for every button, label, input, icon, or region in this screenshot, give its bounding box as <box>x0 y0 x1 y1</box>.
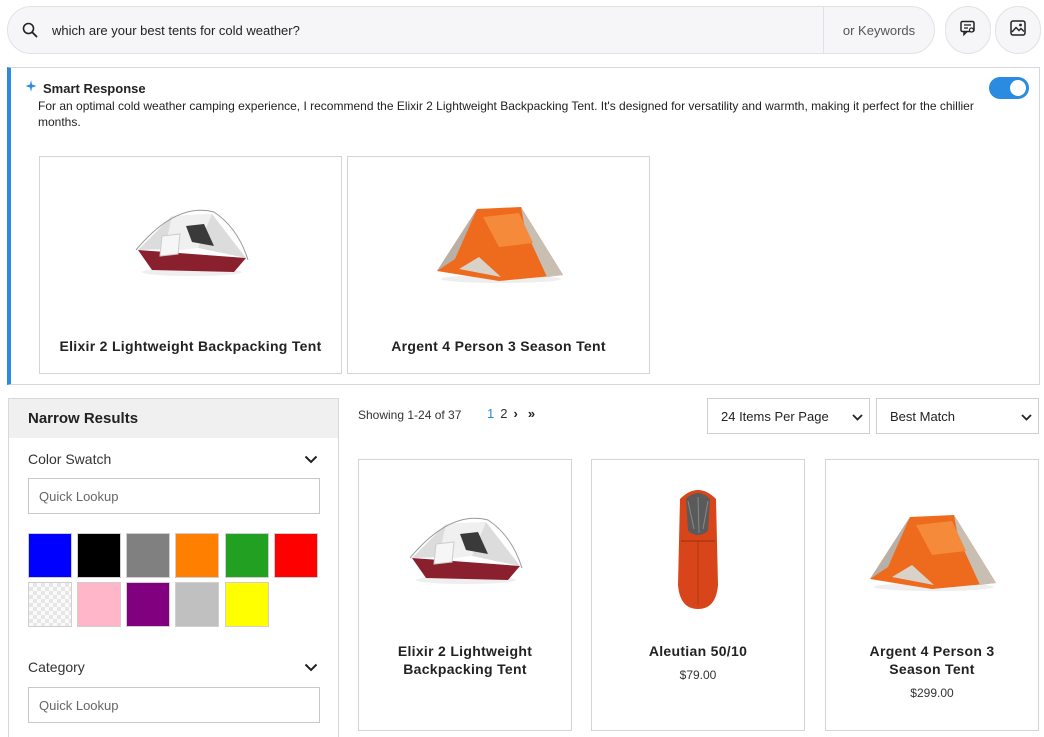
product-image-sleeping-bag[interactable] <box>592 480 804 620</box>
facet-label: Category <box>28 659 85 675</box>
facet-header-color-swatch[interactable]: Color Swatch <box>28 449 318 469</box>
product-name[interactable]: Aleutian 50/10 <box>612 642 784 660</box>
chat-search-icon <box>959 19 977 42</box>
narrow-results-sidebar: Narrow Results Color Swatch Category <box>8 398 339 737</box>
search-input[interactable] <box>52 7 823 53</box>
category-lookup-input[interactable] <box>28 687 320 723</box>
product-price: $299.00 <box>910 686 954 700</box>
swatch-blue[interactable] <box>28 533 72 578</box>
last-page-icon[interactable]: » <box>528 406 535 421</box>
smart-response-text: For an optimal cold weather camping expe… <box>38 99 974 129</box>
product-image-elixir-tent[interactable] <box>40 187 341 297</box>
product-image-argent-tent[interactable] <box>348 187 649 297</box>
product-name[interactable]: Elixir 2 Lightweight Backpacking Tent <box>379 642 551 678</box>
sort-select[interactable]: Best Match <box>876 398 1039 434</box>
image-search-button[interactable] <box>995 6 1041 54</box>
next-page-icon[interactable]: › <box>513 406 517 421</box>
narrow-results-title: Narrow Results <box>9 399 338 438</box>
items-per-page-value: 24 Items Per Page <box>721 408 829 424</box>
smart-response-header: Smart Response <box>25 79 146 97</box>
product-price: $79.00 <box>679 668 717 682</box>
product-card[interactable]: Aleutian 50/10 $79.00 <box>591 459 805 731</box>
pagination: 1 2 › » <box>487 406 535 421</box>
sparkle-icon <box>25 79 37 97</box>
product-name[interactable]: Argent 4 Person 3 Season Tent <box>846 642 1018 678</box>
results-count: Showing 1-24 of 37 <box>358 408 462 422</box>
chevron-down-icon[interactable] <box>304 451 318 467</box>
recommended-product-card[interactable]: Argent 4 Person 3 Season Tent <box>347 156 650 374</box>
chevron-down-icon <box>852 409 863 424</box>
recommended-product-card[interactable]: Elixir 2 Lightweight Backpacking Tent <box>39 156 342 374</box>
items-per-page-select[interactable]: 24 Items Per Page <box>707 398 870 434</box>
toggle-knob <box>1010 80 1026 96</box>
search-bar: or Keywords <box>7 6 935 54</box>
swatch-pink[interactable] <box>77 582 121 627</box>
recommended-product-title[interactable]: Elixir 2 Lightweight Backpacking Tent <box>40 338 341 354</box>
color-swatch-lookup-input[interactable] <box>28 478 320 514</box>
image-search-icon <box>1009 19 1027 42</box>
swatch-silver[interactable] <box>175 582 219 627</box>
sort-value: Best Match <box>890 408 956 424</box>
product-card[interactable]: Argent 4 Person 3 Season Tent $299.00 <box>825 459 1039 731</box>
product-image-argent-tent[interactable] <box>826 480 1038 620</box>
chevron-down-icon <box>1021 409 1032 424</box>
product-image-elixir-tent[interactable] <box>359 480 571 620</box>
page-link-current[interactable]: 1 <box>487 406 494 421</box>
swatch-red[interactable] <box>274 533 318 578</box>
swatch-orange[interactable] <box>175 533 219 578</box>
swatch-gray[interactable] <box>126 533 170 578</box>
smart-response-panel: Smart Response For an optimal cold weath… <box>7 67 1040 385</box>
smart-response-toggle[interactable] <box>989 77 1029 99</box>
chevron-down-icon[interactable] <box>304 659 318 675</box>
swatch-black[interactable] <box>77 533 121 578</box>
search-icon[interactable] <box>8 22 52 38</box>
swatch-pattern[interactable] <box>28 582 72 627</box>
swatch-yellow[interactable] <box>225 582 269 627</box>
swatch-purple[interactable] <box>126 582 170 627</box>
recommended-product-title[interactable]: Argent 4 Person 3 Season Tent <box>348 338 649 354</box>
facet-label: Color Swatch <box>28 451 112 467</box>
chat-search-button[interactable] <box>945 6 991 54</box>
facet-header-category[interactable]: Category <box>28 657 318 677</box>
product-card[interactable]: Elixir 2 Lightweight Backpacking Tent <box>358 459 572 731</box>
smart-response-title: Smart Response <box>43 80 146 96</box>
keywords-toggle[interactable]: or Keywords <box>824 23 934 38</box>
page-link[interactable]: 2 <box>500 406 507 421</box>
swatch-green[interactable] <box>225 533 269 578</box>
